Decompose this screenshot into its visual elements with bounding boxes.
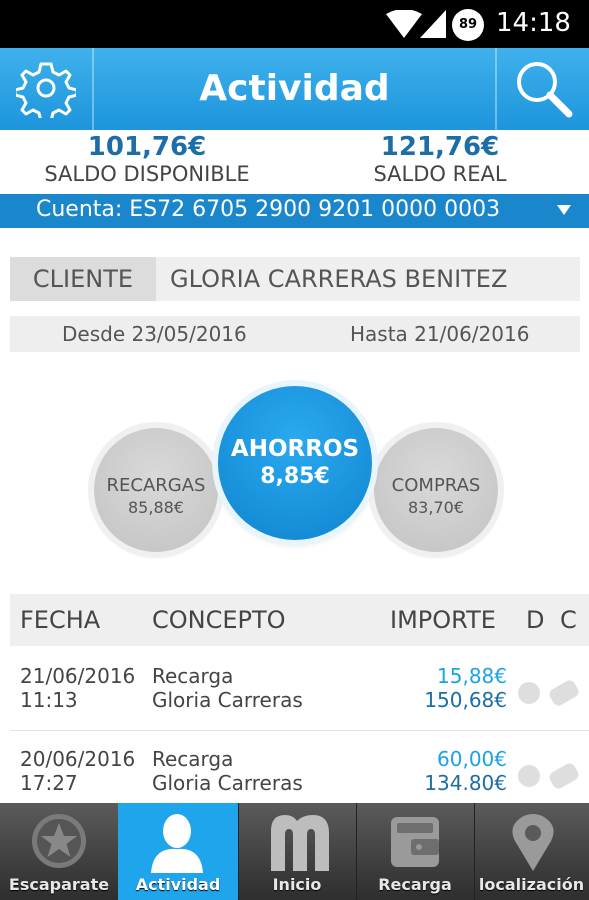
tag-icon[interactable] <box>547 761 581 791</box>
gear-icon <box>16 62 76 118</box>
row-date: 20/06/2016 17:27 <box>20 747 136 795</box>
recargas-summary[interactable]: RECARGAS 85,88€ <box>94 428 218 552</box>
column-importe: IMPORTE <box>390 606 496 634</box>
column-concepto: CONCEPTO <box>152 606 286 634</box>
recargas-label: RECARGAS <box>106 475 206 496</box>
circle-icon[interactable] <box>518 682 540 704</box>
nav-inicio[interactable]: Inicio <box>238 803 357 900</box>
date-range[interactable]: Desde 23/05/2016 Hasta 21/06/2016 <box>10 316 580 352</box>
search-icon <box>517 62 573 118</box>
table-row[interactable]: 20/06/2016 17:27 Recarga Gloria Carreras… <box>10 731 589 814</box>
client-label: CLIENTE <box>10 257 156 301</box>
star-badge-icon <box>32 814 86 868</box>
row-amount: 15,88€ 150,68€ <box>424 664 507 712</box>
signal-icon <box>420 10 446 38</box>
ahorros-value: 8,85€ <box>260 464 330 489</box>
user-icon <box>151 814 203 873</box>
table-row[interactable]: 21/06/2016 11:13 Recarga Gloria Carreras… <box>10 648 589 731</box>
compras-summary[interactable]: COMPRAS 83,70€ <box>374 428 498 552</box>
column-fecha: FECHA <box>20 606 101 634</box>
search-button[interactable] <box>495 48 589 130</box>
wifi-icon <box>386 10 422 38</box>
dropdown-arrow-icon <box>557 205 571 215</box>
wallet-icon <box>391 817 439 867</box>
column-d: D <box>526 606 545 634</box>
available-balance: 101,76€ SALDO DISPONIBLE <box>30 132 264 186</box>
client-name: GLORIA CARRERAS BENITEZ <box>170 265 508 293</box>
ahorros-label: AHORROS <box>230 436 360 462</box>
client-row: CLIENTE GLORIA CARRERAS BENITEZ <box>10 257 580 301</box>
row-concept: Recarga Gloria Carreras <box>152 664 303 712</box>
nav-recarga[interactable]: Recarga <box>356 803 475 900</box>
nav-escaparate[interactable]: Escaparate <box>0 803 119 900</box>
available-balance-amount: 101,76€ <box>87 132 207 162</box>
account-selector[interactable]: Cuenta: ES72 6705 2900 9201 0000 0003 <box>0 194 589 228</box>
circle-icon[interactable] <box>518 765 540 787</box>
compras-label: COMPRAS <box>391 475 481 496</box>
real-balance-label: SALDO REAL <box>373 162 507 186</box>
balances-panel: 101,76€ SALDO DISPONIBLE 121,76€ SALDO R… <box>0 130 589 194</box>
row-date: 21/06/2016 11:13 <box>20 664 136 712</box>
battery-icon: 89 <box>452 9 484 41</box>
nav-localizacion[interactable]: localización <box>474 803 589 900</box>
ahorros-summary[interactable]: AHORROS 8,85€ <box>218 386 372 540</box>
row-amount: 60,00€ 134.80€ <box>424 747 507 795</box>
nav-actividad[interactable]: Actividad <box>118 803 239 900</box>
date-from[interactable]: Desde 23/05/2016 <box>62 322 247 346</box>
location-pin-icon <box>512 814 554 871</box>
date-to[interactable]: Hasta 21/06/2016 <box>350 322 529 346</box>
settings-button[interactable] <box>0 48 94 130</box>
clock: 14:18 <box>496 8 571 38</box>
app-header: Actividad <box>0 48 589 130</box>
available-balance-label: SALDO DISPONIBLE <box>44 162 250 186</box>
table-header: FECHA CONCEPTO IMPORTE D C <box>10 594 589 646</box>
row-concept: Recarga Gloria Carreras <box>152 747 303 795</box>
status-bar: 89 14:18 <box>0 0 589 48</box>
tag-icon[interactable] <box>547 678 581 708</box>
m-logo-icon <box>271 815 329 871</box>
real-balance-amount: 121,76€ <box>380 132 500 162</box>
compras-value: 83,70€ <box>408 498 464 517</box>
page-title: Actividad <box>199 68 390 109</box>
bottom-nav: Escaparate Actividad Inicio Recarga loca… <box>0 803 589 900</box>
recargas-value: 85,88€ <box>128 498 184 517</box>
real-balance: 121,76€ SALDO REAL <box>340 132 540 186</box>
column-c: C <box>560 606 577 634</box>
account-label: Cuenta: ES72 6705 2900 9201 0000 0003 <box>36 197 501 222</box>
